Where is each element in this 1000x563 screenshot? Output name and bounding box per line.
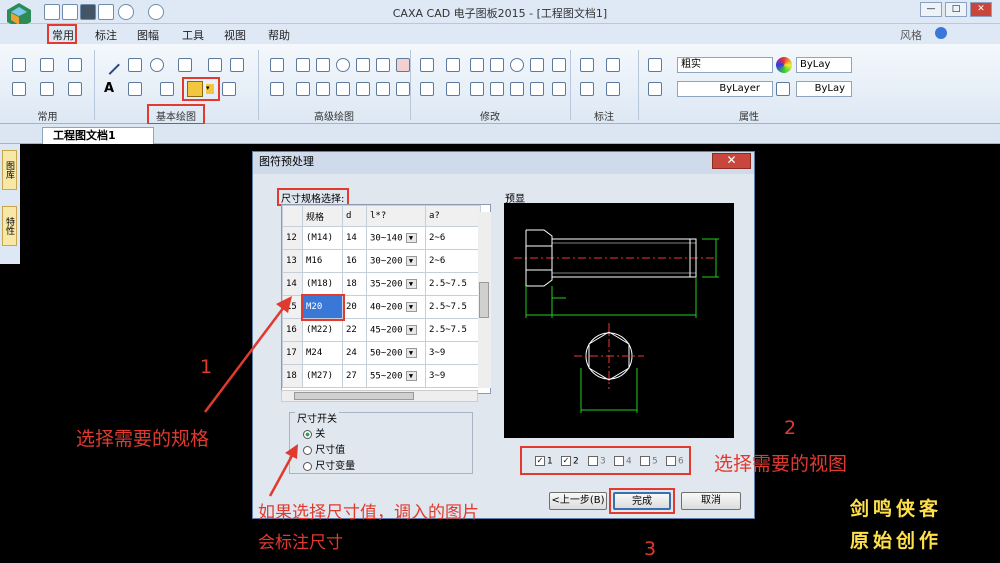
step-number-1: 1 bbox=[200, 356, 213, 378]
step-number-2: 2 bbox=[784, 417, 797, 439]
watermark-line-1: 剑鸣侠客 bbox=[849, 498, 942, 520]
annotation-text-3b: 会标注尺寸 bbox=[258, 533, 343, 553]
annotation-arrows bbox=[204, 296, 298, 497]
step-number-3: 3 bbox=[644, 538, 657, 560]
annotation-text-2: 选择需要的视图 bbox=[714, 453, 848, 475]
annotation-text-1: 选择需要的规格 bbox=[76, 428, 210, 450]
watermark-line-2: 原始创作 bbox=[849, 530, 942, 552]
annotation-text-3a: 如果选择尺寸值，调入的图片 bbox=[258, 503, 479, 523]
